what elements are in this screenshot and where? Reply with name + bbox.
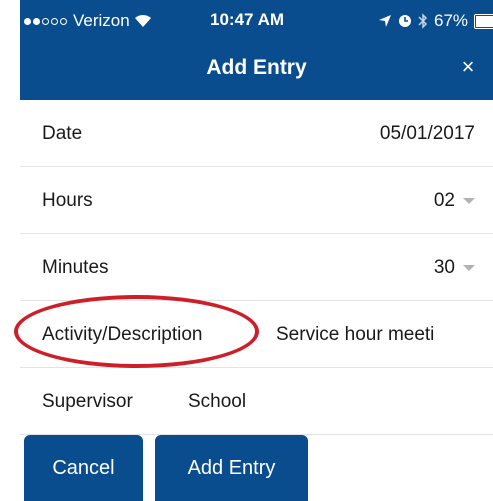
carrier-name: Verizon: [73, 11, 130, 30]
cancel-button[interactable]: Cancel: [24, 435, 143, 501]
alarm-icon: [399, 15, 411, 27]
signal-strength-icon: [24, 11, 69, 31]
minutes-label: Minutes: [42, 257, 109, 278]
nav-bar: Add Entry ×: [20, 40, 493, 100]
close-icon[interactable]: ×: [453, 52, 483, 82]
bluetooth-icon: [418, 13, 428, 29]
page-title: Add Entry: [206, 56, 307, 79]
wifi-icon: [134, 14, 151, 27]
battery-fill: [476, 15, 493, 27]
activity-label: Activity/Description: [42, 324, 203, 345]
hours-row[interactable]: Hours 02: [20, 167, 493, 234]
chevron-down-icon: [463, 198, 475, 204]
status-time: 10:47 AM: [210, 10, 285, 29]
hours-value-text: 02: [433, 190, 455, 211]
minutes-select[interactable]: 30: [434, 257, 475, 279]
status-bar: Verizon 10:47 AM 67%: [20, 0, 493, 40]
battery-icon: [474, 13, 493, 29]
supervisor-input[interactable]: School: [188, 391, 246, 413]
status-right: 67%: [378, 11, 493, 31]
location-icon: [379, 15, 391, 27]
chevron-down-icon: [463, 265, 475, 271]
add-entry-button[interactable]: Add Entry: [155, 435, 308, 501]
hours-label: Hours: [42, 190, 93, 211]
battery-percent: 67%: [434, 11, 469, 30]
minutes-row[interactable]: Minutes 30: [20, 234, 493, 301]
minutes-value-text: 30: [433, 257, 455, 278]
activity-row[interactable]: Activity/Description Service hour meeti: [20, 301, 493, 368]
date-row[interactable]: Date 05/01/2017: [20, 100, 493, 167]
header-bar: Verizon 10:47 AM 67% Add Entry ×: [20, 0, 493, 100]
status-left: Verizon: [24, 11, 152, 31]
supervisor-row[interactable]: Supervisor School: [20, 368, 493, 435]
screen: Verizon 10:47 AM 67% Add Entry × Date 05…: [0, 0, 493, 501]
hours-select[interactable]: 02: [434, 190, 475, 212]
date-value[interactable]: 05/01/2017: [380, 123, 475, 145]
date-label: Date: [42, 123, 83, 144]
supervisor-label: Supervisor: [42, 391, 133, 412]
activity-input[interactable]: Service hour meeti: [276, 324, 476, 346]
date-value-text: 05/01/2017: [379, 123, 475, 144]
